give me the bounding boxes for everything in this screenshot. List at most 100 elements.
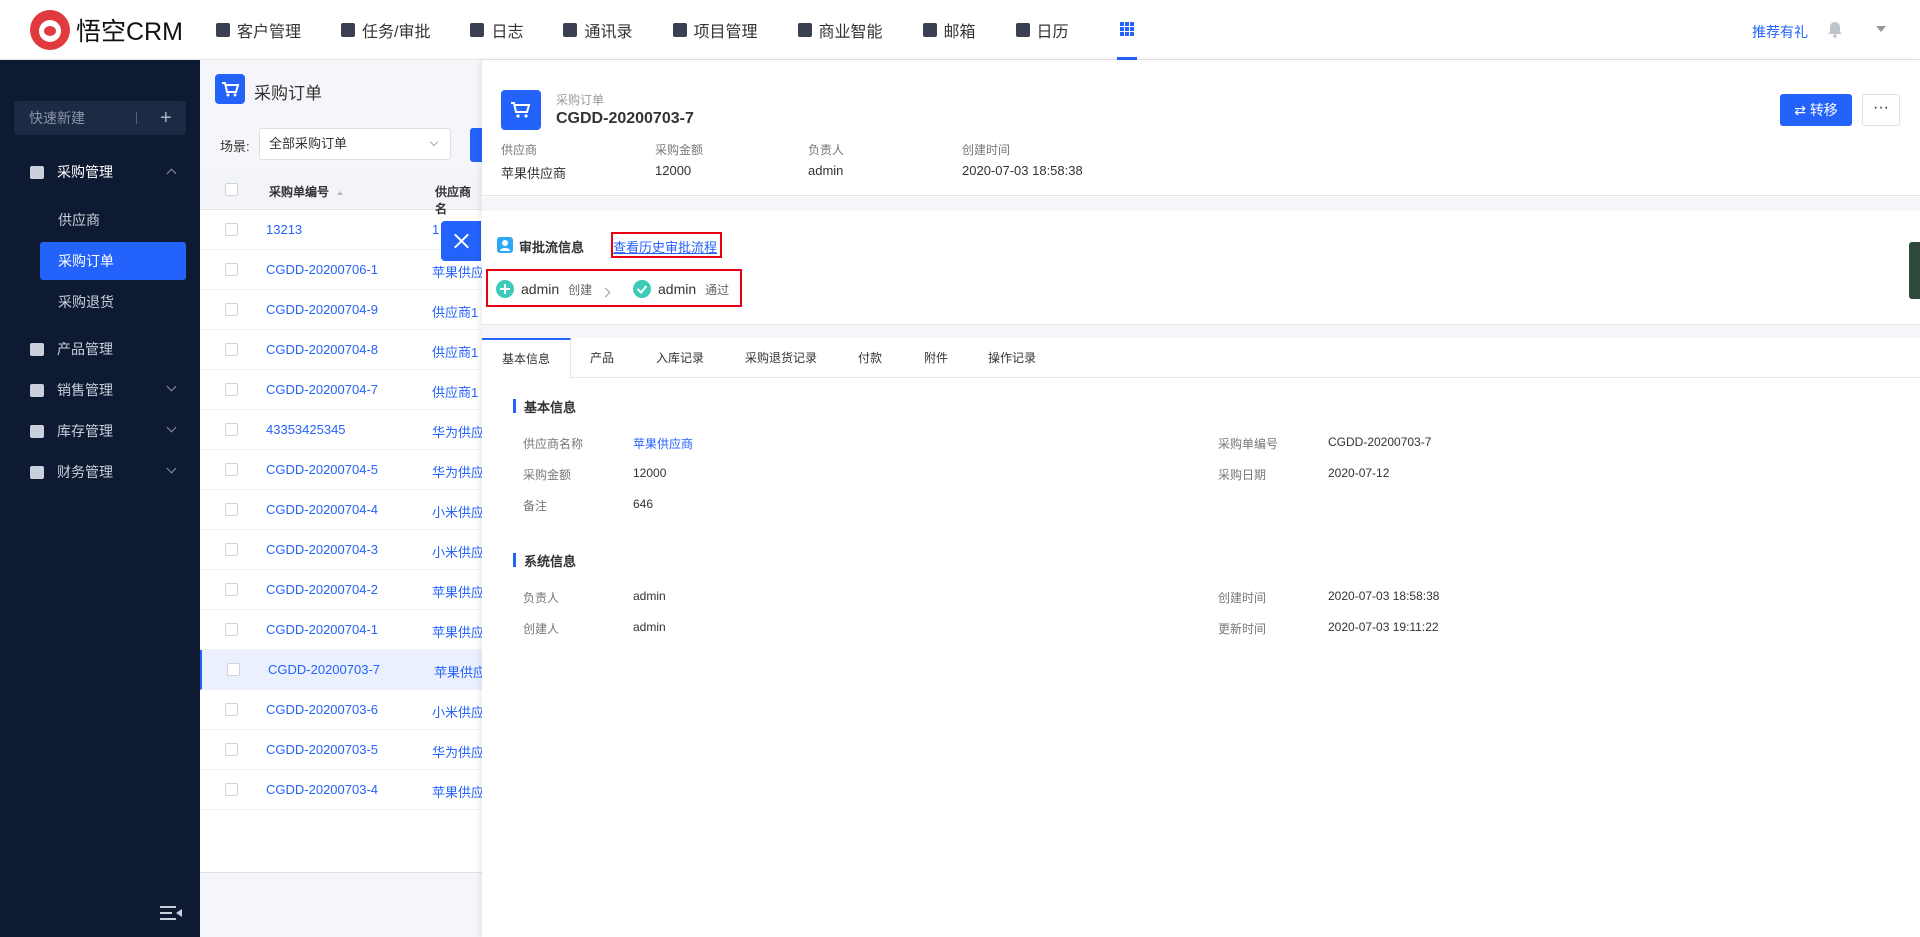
nav-log[interactable]: 日志 [470,0,523,60]
order-code-link[interactable]: CGDD-20200706-1 [266,262,378,277]
order-code-link[interactable]: CGDD-20200704-3 [266,542,378,557]
tab-product[interactable]: 产品 [590,338,614,378]
order-code-link[interactable]: CGDD-20200704-7 [266,382,378,397]
side-drag-handle[interactable] [1909,242,1920,299]
row-checkbox[interactable] [225,383,238,396]
transfer-button[interactable]: ⇄ 转移 [1780,94,1852,126]
table-row[interactable]: CGDD-20200706-1 苹果供应 [200,250,484,290]
sidebar-item-inventory[interactable]: 库存管理 [0,412,200,450]
sidebar-item-sales[interactable]: 销售管理 [0,371,200,409]
table-row[interactable]: CGDD-20200704-3 小米供应 [200,530,484,570]
nav-calendar[interactable]: 日历 [1015,0,1069,60]
close-detail-button[interactable] [441,221,481,261]
order-code-link[interactable]: CGDD-20200704-9 [266,302,378,317]
tab-basic-info[interactable]: 基本信息 [482,338,571,378]
table-row[interactable]: CGDD-20200704-4 小米供应 [200,490,484,530]
row-checkbox[interactable] [225,263,238,276]
bell-icon[interactable] [1827,21,1843,38]
supplier-link[interactable]: 华为供应 [432,422,484,441]
sidebar-item-product[interactable]: 产品管理 [0,330,200,368]
order-code-link[interactable]: CGDD-20200704-1 [266,622,378,637]
supplier-link[interactable]: 供应商1 [432,382,478,401]
row-checkbox[interactable] [225,543,238,556]
app-logo[interactable]: 悟空CRM [30,10,183,50]
table-row[interactable]: CGDD-20200704-5 华为供应 [200,450,484,490]
sidebar-sub-purchase-order[interactable]: 采购订单 [40,242,186,280]
tab-inbound-records[interactable]: 入库记录 [656,338,704,378]
row-checkbox[interactable] [225,703,238,716]
row-checkbox[interactable] [225,463,238,476]
tab-return-records[interactable]: 采购退货记录 [745,338,817,378]
supplier-link[interactable]: 1 [432,222,439,237]
table-row[interactable]: CGDD-20200704-8 供应商1 [200,330,482,370]
row-checkbox[interactable] [225,503,238,516]
table-row[interactable]: CGDD-20200703-4 苹果供应 [200,770,484,810]
row-checkbox[interactable] [225,343,238,356]
table-row[interactable]: CGDD-20200703-6 小米供应 [200,690,484,730]
row-checkbox[interactable] [225,743,238,756]
supplier-link[interactable]: 小米供应 [432,502,484,521]
order-code-link[interactable]: CGDD-20200704-8 [266,342,378,357]
row-checkbox[interactable] [225,303,238,316]
order-code-link[interactable]: CGDD-20200703-4 [266,782,378,797]
row-checkbox[interactable] [227,663,240,676]
table-row[interactable]: CGDD-20200704-7 供应商1 [200,370,482,410]
row-checkbox[interactable] [225,423,238,436]
supplier-link[interactable]: 苹果供应 [432,782,484,801]
select-all-checkbox[interactable] [225,183,238,196]
nav-mail[interactable]: 邮箱 [922,0,976,60]
supplier-link[interactable]: 苹果供应 [434,662,486,681]
table-row[interactable]: 43353425345 华为供应 [200,410,484,450]
recommend-link[interactable]: 推荐有礼 [1752,22,1808,42]
supplier-link[interactable]: 华为供应 [432,462,484,481]
supplier-link[interactable]: 苹果供应 [432,262,484,281]
tab-attachment[interactable]: 附件 [924,338,948,378]
nav-bi[interactable]: 商业智能 [797,0,883,60]
row-checkbox[interactable] [225,623,238,636]
tab-operation-log[interactable]: 操作记录 [988,338,1036,378]
supplier-link[interactable]: 供应商1 [432,302,478,321]
tab-payment[interactable]: 付款 [858,338,882,378]
supplier-link[interactable]: 苹果供应 [432,582,484,601]
sort-icon[interactable] [337,190,344,195]
order-code-link[interactable]: 43353425345 [266,422,346,437]
row-checkbox[interactable] [225,783,238,796]
nav-project[interactable]: 项目管理 [672,0,758,60]
supplier-link[interactable]: 华为供应 [432,742,484,761]
user-menu-caret-icon[interactable] [1876,26,1886,32]
table-row[interactable]: 13213 1 [200,210,482,250]
table-row[interactable]: CGDD-20200703-5 华为供应 [200,730,484,770]
sidebar-item-purchase[interactable]: 采购管理 [0,153,200,191]
nav-task-approval[interactable]: 任务/审批 [341,0,430,60]
row-checkbox[interactable] [225,583,238,596]
sidebar-sub-supplier[interactable]: 供应商 [40,201,186,239]
supplier-name-link[interactable]: 苹果供应商 [633,435,693,452]
table-row[interactable]: CGDD-20200704-9 供应商1 [200,290,482,330]
order-code-link[interactable]: CGDD-20200704-4 [266,502,378,517]
supplier-link[interactable]: 小米供应 [432,702,484,721]
order-code-link[interactable]: CGDD-20200704-2 [266,582,378,597]
row-checkbox[interactable] [225,223,238,236]
order-code-link[interactable]: CGDD-20200703-7 [268,662,380,677]
order-code-link[interactable]: CGDD-20200703-6 [266,702,378,717]
nav-contacts[interactable]: 通讯录 [563,0,633,60]
collapse-sidebar-icon[interactable] [160,906,182,920]
sidebar-item-finance[interactable]: 财务管理 [0,453,200,491]
sidebar-sub-purchase-return[interactable]: 采购退货 [40,283,186,321]
warehouse-icon [30,425,44,438]
table-row[interactable]: CGDD-20200703-7 苹果供应 [200,650,486,690]
apps-grid-button[interactable] [1117,0,1137,60]
table-row[interactable]: CGDD-20200704-2 苹果供应 [200,570,484,610]
more-button[interactable]: ··· [1862,94,1900,126]
order-code-link[interactable]: CGDD-20200704-5 [266,462,378,477]
nav-customer[interactable]: 客户管理 [216,0,301,60]
supplier-link[interactable]: 供应商1 [432,342,478,361]
column-header-code[interactable]: 采购单编号 [269,183,344,200]
supplier-link[interactable]: 小米供应 [432,542,484,561]
order-code-link[interactable]: 13213 [266,222,302,237]
table-row[interactable]: CGDD-20200704-1 苹果供应 [200,610,484,650]
quick-create-button[interactable]: 快速新建 + [14,101,186,135]
order-code-link[interactable]: CGDD-20200703-5 [266,742,378,757]
supplier-link[interactable]: 苹果供应 [432,622,484,641]
scene-select[interactable]: 全部采购订单 [259,128,451,160]
